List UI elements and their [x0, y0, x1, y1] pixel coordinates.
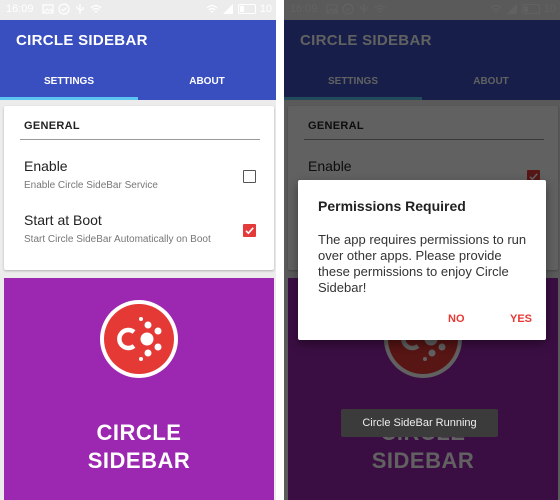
enable-label: Enable — [24, 158, 68, 174]
boot-setting-row[interactable]: Start at Boot Start Circle SideBar Autom… — [24, 212, 258, 252]
dialog-title: Permissions Required — [318, 198, 466, 214]
no-button[interactable]: NO — [448, 313, 465, 325]
check-icon — [245, 227, 254, 235]
settings-card: GENERAL Enable Enable Circle SideBar Ser… — [4, 106, 274, 270]
enable-description: Enable Circle SideBar Service — [24, 180, 158, 191]
dialog-message: The app requires permissions to run over… — [318, 232, 527, 295]
hero-title-line2: SIDEBAR — [87, 448, 191, 473]
boot-checkbox[interactable] — [243, 224, 256, 237]
app-title: CIRCLE SIDEBAR — [16, 32, 148, 49]
toast-message: Circle SideBar Running — [341, 409, 498, 437]
permissions-dialog: Permissions Required The app requires pe… — [298, 180, 546, 340]
app-logo-icon — [100, 300, 178, 378]
permission-screen: 16:09 10 CIRCLE SI — [284, 0, 560, 500]
app-bar: CIRCLE SIDEBAR SETTINGS ABOUT — [0, 20, 276, 100]
battery-level: 10 — [259, 3, 272, 15]
section-title: GENERAL — [24, 120, 80, 132]
hero-banner: CIRCLE SIDEBAR — [4, 278, 274, 500]
enable-checkbox[interactable] — [243, 170, 256, 183]
hero-title-line1: CIRCLE — [96, 420, 182, 445]
boot-description: Start Circle SideBar Automatically on Bo… — [24, 234, 211, 245]
boot-label: Start at Boot — [24, 212, 102, 228]
battery-icon — [237, 4, 256, 14]
tab-bar: SETTINGS ABOUT — [0, 68, 276, 100]
wifi-icon — [206, 3, 218, 15]
tab-about[interactable]: ABOUT — [138, 68, 276, 100]
section-divider — [20, 139, 260, 140]
settings-screen: 16:09 10 CIRCLE SIDEBAR SETTINGS ABOUT G… — [0, 0, 276, 500]
check-circle-icon — [58, 3, 70, 15]
enable-setting-row[interactable]: Enable Enable Circle SideBar Service — [24, 158, 258, 198]
signal-icon — [222, 3, 234, 15]
status-bar: 16:09 10 — [0, 0, 276, 20]
usb-icon — [74, 3, 86, 15]
wifi-icon — [90, 3, 102, 15]
gallery-icon — [42, 3, 54, 15]
yes-button[interactable]: YES — [510, 313, 532, 325]
status-time: 16:09 — [6, 3, 34, 15]
tab-settings[interactable]: SETTINGS — [0, 68, 138, 100]
